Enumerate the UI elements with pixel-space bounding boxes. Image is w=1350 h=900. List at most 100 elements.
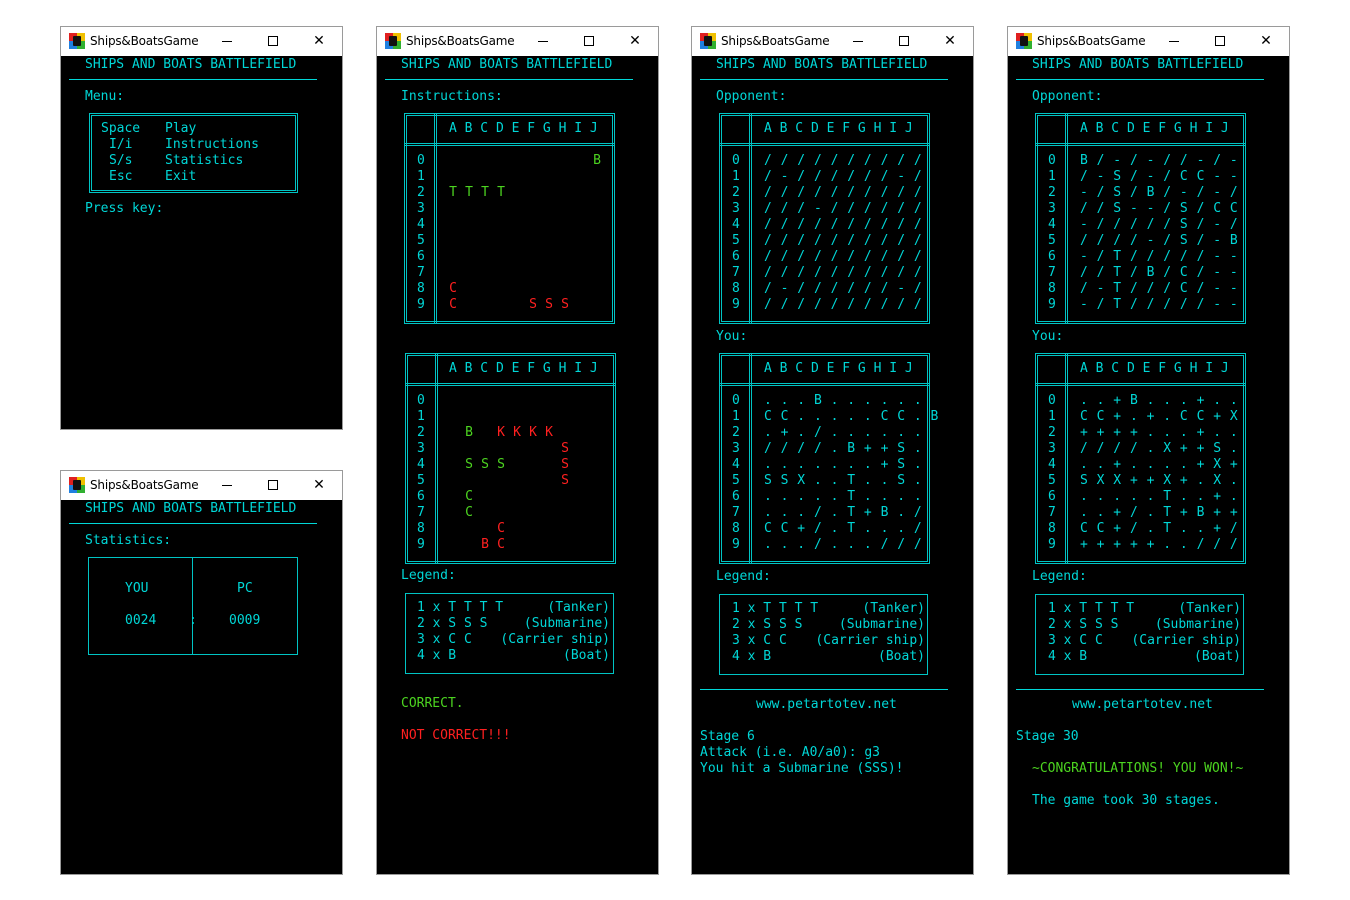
close-button[interactable]: ✕ (1255, 30, 1277, 52)
stats-divider (192, 557, 193, 655)
score-separator: : (189, 613, 197, 628)
congratulations-message: ~CONGRATULATIONS! YOU WON!~ (1032, 761, 1244, 776)
menu-item-statistics[interactable]: Statistics (165, 153, 243, 169)
board-cell: C (465, 505, 473, 520)
you-heading: You: (1032, 329, 1064, 344)
app-icon (700, 33, 716, 49)
board-cell: C (449, 281, 457, 296)
board-row: - / S / B / - / - / (1080, 185, 1239, 200)
board-row: / / / / . X + + S . (1080, 441, 1239, 456)
menu-key-exit: Esc (109, 169, 133, 184)
board-row: . . . . . . . + S . (764, 457, 923, 472)
maximize-button[interactable] (262, 474, 284, 496)
board-row: . . + B . . . + . . (1080, 393, 1239, 408)
board-row: - / / / / / S / - / (1080, 217, 1239, 232)
board-cell: T (497, 185, 505, 200)
board-row: / / / / / / / / / / (764, 185, 923, 200)
maximize-button[interactable] (1209, 30, 1231, 52)
legend-ship: 1 x T T T T (1048, 601, 1135, 616)
board-cell: S (545, 297, 553, 312)
minimize-button[interactable] (532, 30, 554, 52)
board-row: - / T / / / / / - - (1080, 249, 1239, 264)
menu-item-instructions[interactable]: Instructions (165, 137, 259, 153)
board-cell: T (481, 185, 489, 200)
row-number: 6 (417, 249, 425, 264)
row-number: 6 (417, 489, 425, 504)
close-button[interactable]: ✕ (308, 474, 330, 496)
stage-label: Stage 30 (1016, 729, 1079, 744)
attack-prompt[interactable]: Attack (i.e. A0/a0): g3 (700, 745, 880, 761)
correct-message: CORRECT. (401, 696, 464, 711)
row-number: 2 (417, 185, 425, 200)
board-cell: B (593, 153, 601, 168)
banner: SHIPS AND BOATS BATTLEFIELD (716, 57, 928, 72)
row-number: 3 (732, 201, 740, 216)
row-number: 4 (417, 217, 425, 232)
row-number: 8 (732, 281, 740, 296)
board-row: / / / / / / / / / / (764, 297, 923, 312)
title-bar[interactable]: Ships&BoatsGame ✕ (61, 471, 342, 500)
board-cell: S (561, 473, 569, 488)
minimize-button[interactable] (216, 474, 238, 496)
close-button[interactable]: ✕ (624, 30, 646, 52)
row-number: 8 (417, 281, 425, 296)
board-hline (404, 143, 615, 146)
website-link[interactable]: www.petartotev.net (756, 697, 897, 713)
row-number: 6 (1048, 249, 1056, 264)
board-row: . . . . . T . . + . (1080, 489, 1239, 504)
row-number: 7 (1048, 505, 1056, 520)
title-bar[interactable]: Ships&BoatsGame ✕ (377, 27, 658, 56)
board-row: / / / / / / / / / / (764, 217, 923, 232)
board-row: / / / / / / / / / / (764, 249, 923, 264)
row-number: 7 (732, 505, 740, 520)
row-number: 2 (732, 425, 740, 440)
row-number: 5 (732, 233, 740, 248)
game-summary: The game took 30 stages. (1032, 793, 1220, 808)
title-bar[interactable]: Ships&BoatsGame ✕ (61, 27, 342, 56)
minimize-button[interactable] (216, 30, 238, 52)
maximize-button[interactable] (893, 30, 915, 52)
window-title: Ships&BoatsGame (721, 34, 830, 48)
board-row: / / T / B / C / - - (1080, 265, 1239, 280)
close-button[interactable]: ✕ (308, 30, 330, 52)
legend-name: (Carrier ship) (815, 633, 925, 648)
board-row: / / / / / / / / / / (764, 265, 923, 280)
board-cell: S (561, 297, 569, 312)
pc-label: PC (237, 581, 253, 596)
menu-item-play[interactable]: Play (165, 121, 196, 137)
board-row: . . . B . . . . . . (764, 393, 923, 408)
app-icon (69, 33, 85, 49)
row-number: 8 (732, 521, 740, 536)
end-window: Ships&BoatsGame ✕ SHIPS AND BOATS BATTLE… (1007, 26, 1290, 875)
legend-name: (Boat) (563, 648, 610, 663)
board-cell: S (497, 457, 505, 472)
legend-name: (Tanker) (547, 600, 610, 615)
board-cell: K (497, 425, 505, 440)
website-link[interactable]: www.petartotev.net (1072, 697, 1213, 713)
board-hline (719, 143, 930, 146)
column-header: A B C D E F G H I J (1080, 361, 1229, 376)
opponent-heading: Opponent: (716, 89, 787, 104)
board-row: / / / / / / / / / / (764, 233, 923, 248)
row-number: 1 (1048, 169, 1056, 184)
minimize-button[interactable] (1163, 30, 1185, 52)
title-bar[interactable]: Ships&BoatsGame ✕ (1008, 27, 1289, 56)
legend-name: (Submarine) (1154, 617, 1241, 632)
title-bar[interactable]: Ships&BoatsGame ✕ (692, 27, 973, 56)
close-button[interactable]: ✕ (939, 30, 961, 52)
row-number: 0 (1048, 153, 1056, 168)
menu-item-exit[interactable]: Exit (165, 169, 196, 185)
banner: SHIPS AND BOATS BATTLEFIELD (401, 57, 613, 72)
row-number: 7 (1048, 265, 1056, 280)
minimize-button[interactable] (847, 30, 869, 52)
board-cell: S (465, 457, 473, 472)
app-icon (1016, 33, 1032, 49)
maximize-button[interactable] (262, 30, 284, 52)
row-number: 2 (732, 185, 740, 200)
maximize-button[interactable] (578, 30, 600, 52)
row-number: 3 (417, 441, 425, 456)
board-row: C C + / . T . . + / (1080, 521, 1239, 536)
board-row: / / / / . B + + S . (764, 441, 923, 456)
board-row: / - S / - / C C - - (1080, 169, 1239, 184)
row-number: 7 (417, 265, 425, 280)
